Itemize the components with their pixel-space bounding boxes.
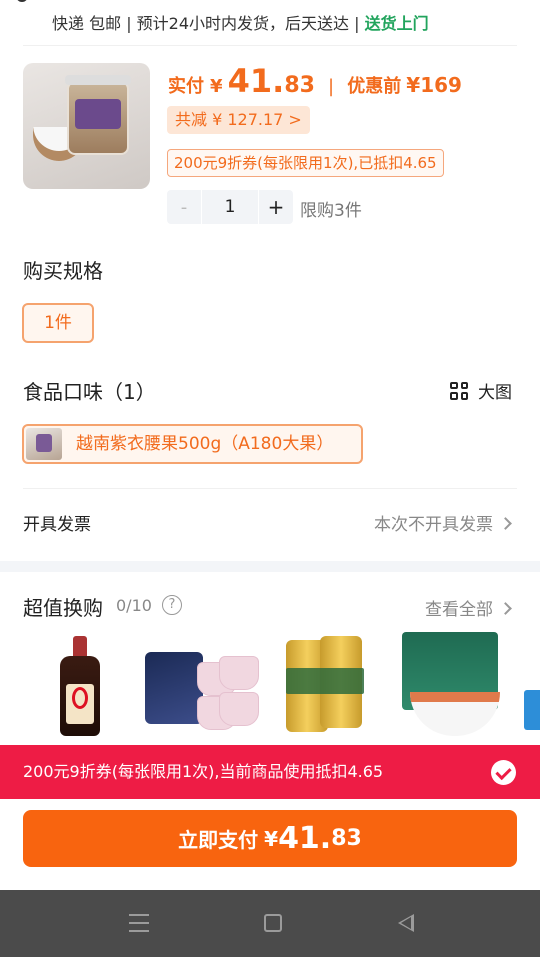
invoice-selector[interactable]: 本次不开具发票 — [374, 510, 512, 535]
pay-price-row: 实付 ¥ 41.83 | 优惠前 ¥169 — [168, 62, 462, 100]
pants-shape — [219, 656, 259, 690]
view-all-link[interactable]: 查看全部 — [425, 595, 512, 620]
shipping-method: 快递 包邮 — [52, 14, 122, 33]
invoice-value: 本次不开具发票 — [374, 515, 493, 535]
pay-int: 41. — [227, 62, 285, 100]
divider — [23, 45, 517, 46]
jar-lid-shape — [65, 75, 131, 85]
back-icon[interactable] — [398, 914, 414, 932]
coupon-tag: 200元9折券(每张限用1次),已抵扣4.65 — [167, 149, 444, 177]
increase-button[interactable]: + — [259, 195, 293, 219]
flavor-option[interactable]: 越南紫衣腰果500g（A180大果） — [22, 424, 363, 464]
shipping-sep: | — [126, 14, 137, 33]
pay-button-label: 立即支付 — [178, 828, 259, 852]
quantity-value[interactable]: 1 — [201, 190, 259, 224]
shipping-info: 快递 包邮 | 预计24小时内发货，后天送达 | 送货上门 — [52, 10, 429, 34]
spec-title: 购买规格 — [23, 259, 103, 283]
grid-icon — [450, 381, 468, 400]
swap-item-soy-sauce[interactable] — [58, 632, 102, 742]
help-icon[interactable]: ? — [162, 595, 182, 615]
swap-title: 超值换购 — [23, 596, 103, 620]
view-all-label: 查看全部 — [425, 600, 493, 620]
pay-dec: 83 — [284, 73, 315, 98]
pay-button-currency: ¥ — [264, 826, 279, 851]
big-view-toggle[interactable]: 大图 — [450, 378, 512, 403]
zero-mark-shape — [72, 687, 88, 709]
pay-now-button[interactable]: 立即支付 ¥41. 83 — [23, 810, 517, 867]
swap-item-beer-cans[interactable] — [286, 632, 366, 742]
home-icon[interactable] — [264, 914, 282, 932]
pay-label: 实付 — [168, 76, 204, 97]
swap-count: 0/10 — [116, 596, 152, 615]
pay-button-dec: 83 — [331, 826, 362, 851]
discount-detail-tag[interactable]: 共减 ¥ 127.17 > — [167, 106, 310, 134]
flavor-title: 食品口味（1） — [23, 380, 156, 404]
product-image[interactable] — [23, 63, 150, 189]
can-band-shape — [286, 668, 364, 694]
flavor-label: 越南紫衣腰果500g（A180大果） — [76, 434, 334, 454]
original-label: 优惠前 — [347, 76, 402, 97]
big-view-label: 大图 — [478, 383, 512, 403]
shipping-estimate: 预计24小时内发货，后天送达 — [136, 14, 350, 33]
pants-shape — [219, 692, 259, 726]
shipping-sep: | — [354, 14, 365, 33]
pay-button-int: 41. — [278, 821, 332, 856]
door-delivery: 送货上门 — [364, 14, 429, 33]
price-sep: | — [328, 76, 335, 97]
decrease-button[interactable]: - — [167, 197, 201, 218]
divider — [23, 488, 517, 489]
section-gap — [0, 561, 540, 572]
check-icon[interactable] — [491, 760, 516, 785]
coupon-bar-text: 200元9折券(每张限用1次),当前商品使用抵扣4.65 — [23, 762, 384, 781]
coupon-bar[interactable]: 200元9折券(每张限用1次),当前商品使用抵扣4.65 — [0, 745, 540, 799]
chevron-right-icon — [499, 601, 512, 615]
swap-item-tissue[interactable] — [524, 632, 540, 742]
quantity-stepper: - 1 + — [167, 190, 293, 224]
purchase-limit: 限购3件 — [300, 201, 362, 221]
original-price: ¥169 — [406, 73, 462, 97]
pay-currency: ¥ — [210, 76, 223, 97]
swap-item-fruit-chips[interactable] — [402, 632, 502, 742]
bowl-shape — [410, 692, 500, 736]
bottle-cap-shape — [73, 636, 87, 658]
box-shape — [524, 690, 540, 730]
menu-icon[interactable] — [129, 914, 149, 932]
chevron-right-icon — [499, 516, 512, 530]
flavor-thumbnail — [26, 428, 62, 460]
pack-shape — [145, 652, 203, 724]
swap-item-sanitary-pants[interactable] — [145, 632, 260, 742]
partial-icon — [16, 0, 28, 2]
invoice-label: 开具发票 — [23, 515, 91, 535]
system-nav-bar — [0, 890, 540, 957]
spec-option[interactable]: 1件 — [22, 303, 94, 343]
jar-label-shape — [75, 99, 121, 129]
